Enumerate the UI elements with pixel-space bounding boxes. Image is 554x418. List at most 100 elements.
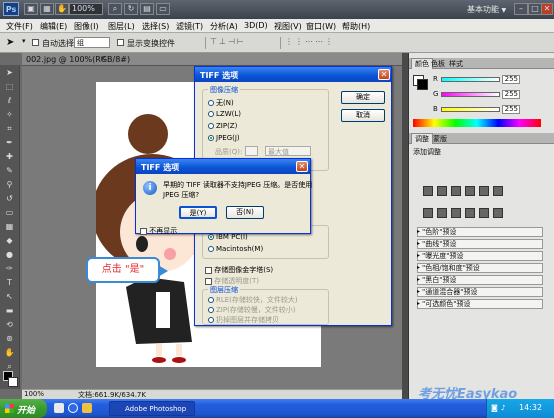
healing-brush-icon[interactable]: ✚ xyxy=(3,151,16,162)
photo-filter-icon[interactable] xyxy=(451,208,461,218)
close-button[interactable]: ✕ xyxy=(541,3,553,15)
menu-analysis[interactable]: 分析(A) xyxy=(210,21,238,32)
preset-selective-color[interactable]: "可选颜色"预设 xyxy=(417,299,543,309)
bridge-icon[interactable]: ▣ xyxy=(24,3,38,15)
marquee-tool-icon[interactable]: ⬚ xyxy=(3,81,16,92)
no-button[interactable]: 否(N) xyxy=(226,206,264,219)
menu-select[interactable]: 选择(S) xyxy=(142,21,169,32)
compression-lzw-radio[interactable]: LZW(L) xyxy=(208,110,241,118)
cancel-button[interactable]: 取消 xyxy=(341,109,385,122)
color-balance-icon[interactable] xyxy=(423,208,433,218)
layer-discard-radio[interactable]: 扔掉图层并存储拷贝 xyxy=(208,315,279,325)
invert-icon[interactable] xyxy=(479,208,489,218)
hand-icon[interactable]: ✋ xyxy=(55,3,69,15)
distribute-icons[interactable]: ⋮⋮⋯⋯⋮ xyxy=(280,37,370,49)
dodge-tool-icon[interactable]: ● xyxy=(3,249,16,260)
folder-icon[interactable] xyxy=(82,403,92,413)
background-color-swatch[interactable] xyxy=(417,79,428,90)
channel-g-slider[interactable] xyxy=(441,92,500,97)
preset-hue-saturation[interactable]: "色相/饱和度"预设 xyxy=(417,263,543,273)
compression-none-radio[interactable]: 无(N) xyxy=(208,98,234,108)
channel-b-value[interactable]: 255 xyxy=(502,105,520,114)
gradient-tool-icon[interactable]: ▦ xyxy=(3,221,16,232)
taskbar-photoshop-button[interactable]: Adobe Photoshop ... xyxy=(109,401,195,418)
levels-icon[interactable] xyxy=(437,186,447,196)
channel-g-value[interactable]: 255 xyxy=(502,90,520,99)
exposure-icon[interactable] xyxy=(465,186,475,196)
menu-file[interactable]: 文件(F) xyxy=(6,21,33,32)
clock[interactable]: 14:32 xyxy=(519,403,542,412)
menu-filter[interactable]: 滤镜(T) xyxy=(176,21,203,32)
crop-tool-icon[interactable]: ⌗ xyxy=(3,123,16,134)
dont-show-again-checkbox[interactable]: 不再显示 xyxy=(140,226,177,236)
screen-mode-icon[interactable]: ▭ xyxy=(156,3,170,15)
tab-color[interactable]: 颜色 xyxy=(411,58,433,69)
chevron-down-icon[interactable]: ▾ xyxy=(22,37,26,45)
move-tool-icon[interactable]: ➤ xyxy=(6,37,14,48)
black-white-icon[interactable] xyxy=(437,208,447,218)
start-button[interactable]: 开始 xyxy=(0,399,47,418)
tab-swatches[interactable]: 色板 xyxy=(431,59,445,69)
zoom-select[interactable]: 100% xyxy=(69,3,103,15)
save-pyramid-checkbox[interactable]: 存储图像金字塔(S) xyxy=(205,265,273,275)
tab-adjustments[interactable]: 调整 xyxy=(411,133,433,144)
lasso-tool-icon[interactable]: ℓ xyxy=(3,95,16,106)
auto-select-dropdown[interactable]: 组 xyxy=(74,37,110,48)
compression-jpeg-radio[interactable]: JPEG(J) xyxy=(208,134,240,142)
show-transform-checkbox[interactable] xyxy=(117,39,124,46)
preset-exposure[interactable]: "曝光度"预设 xyxy=(417,251,543,261)
menu-help[interactable]: 帮助(H) xyxy=(342,21,370,32)
preset-black-white[interactable]: "黑白"预设 xyxy=(417,275,543,285)
move-tool-icon[interactable]: ➤ xyxy=(3,67,16,78)
3d-rotate-icon[interactable]: ⟲ xyxy=(3,319,16,330)
brightness-icon[interactable] xyxy=(423,186,433,196)
tab-masks[interactable]: 蒙版 xyxy=(433,134,447,144)
3d-orbit-icon[interactable]: ⊛ xyxy=(3,333,16,344)
close-icon[interactable]: ✕ xyxy=(296,161,308,172)
preset-levels[interactable]: "色阶"预设 xyxy=(417,227,543,237)
ok-button[interactable]: 确定 xyxy=(341,91,385,104)
menu-layer[interactable]: 图层(L) xyxy=(108,21,135,32)
byte-order-mac-radio[interactable]: Macintosh(M) xyxy=(208,245,263,253)
minibridge-icon[interactable]: ▦ xyxy=(40,3,54,15)
rotate-view-icon[interactable]: ↻ xyxy=(124,3,138,15)
network-icon[interactable]: ◙ xyxy=(491,404,498,412)
desktop-icon[interactable] xyxy=(54,403,64,413)
close-icon[interactable]: ✕ xyxy=(378,69,390,80)
compression-zip-radio[interactable]: ZIP(Z) xyxy=(208,122,237,130)
menu-view[interactable]: 视图(V) xyxy=(274,21,302,32)
quality-dropdown[interactable]: 最大值 xyxy=(265,146,311,156)
align-icons[interactable]: ⊤⊥⊣⊢ xyxy=(205,37,275,49)
close-icon[interactable]: ✕ xyxy=(100,55,106,63)
channel-r-value[interactable]: 255 xyxy=(502,75,520,84)
quality-input[interactable] xyxy=(245,146,258,156)
shape-tool-icon[interactable]: ▬ xyxy=(3,305,16,316)
vibrance-icon[interactable] xyxy=(479,186,489,196)
preset-curves[interactable]: "曲线"预设 xyxy=(417,239,543,249)
color-ramp[interactable] xyxy=(413,119,541,127)
workspace-switcher[interactable]: 基本功能 ▼ xyxy=(467,4,506,15)
menu-edit[interactable]: 编辑(E) xyxy=(40,21,67,32)
pen-tool-icon[interactable]: ✑ xyxy=(3,263,16,274)
quick-select-icon[interactable]: ✧ xyxy=(3,109,16,120)
byte-order-ibm-radio[interactable]: IBM PC(I) xyxy=(208,233,248,241)
maximize-button[interactable]: □ xyxy=(528,3,542,15)
channel-b-slider[interactable] xyxy=(441,107,500,112)
background-color-swatch[interactable] xyxy=(8,377,18,387)
yes-button[interactable]: 是(Y) xyxy=(179,206,217,219)
stamp-tool-icon[interactable]: ⚲ xyxy=(3,179,16,190)
hue-icon[interactable] xyxy=(493,186,503,196)
type-tool-icon[interactable]: T xyxy=(3,277,16,288)
blur-tool-icon[interactable]: ◆ xyxy=(3,235,16,246)
channel-r-slider[interactable] xyxy=(441,77,500,82)
ie-icon[interactable] xyxy=(68,403,78,413)
history-brush-icon[interactable]: ↺ xyxy=(3,193,16,204)
zoom-tool-icon[interactable]: ⌕ xyxy=(108,3,122,15)
tab-styles[interactable]: 样式 xyxy=(449,59,463,69)
document-tab[interactable]: 002.jpg @ 100%(RGB/8#) ✕ xyxy=(22,53,402,66)
menu-window[interactable]: 窗口(W) xyxy=(306,21,336,32)
auto-select-checkbox[interactable] xyxy=(32,39,39,46)
curves-icon[interactable] xyxy=(451,186,461,196)
volume-icon[interactable]: ♪ xyxy=(501,404,505,412)
channel-mixer-icon[interactable] xyxy=(465,208,475,218)
